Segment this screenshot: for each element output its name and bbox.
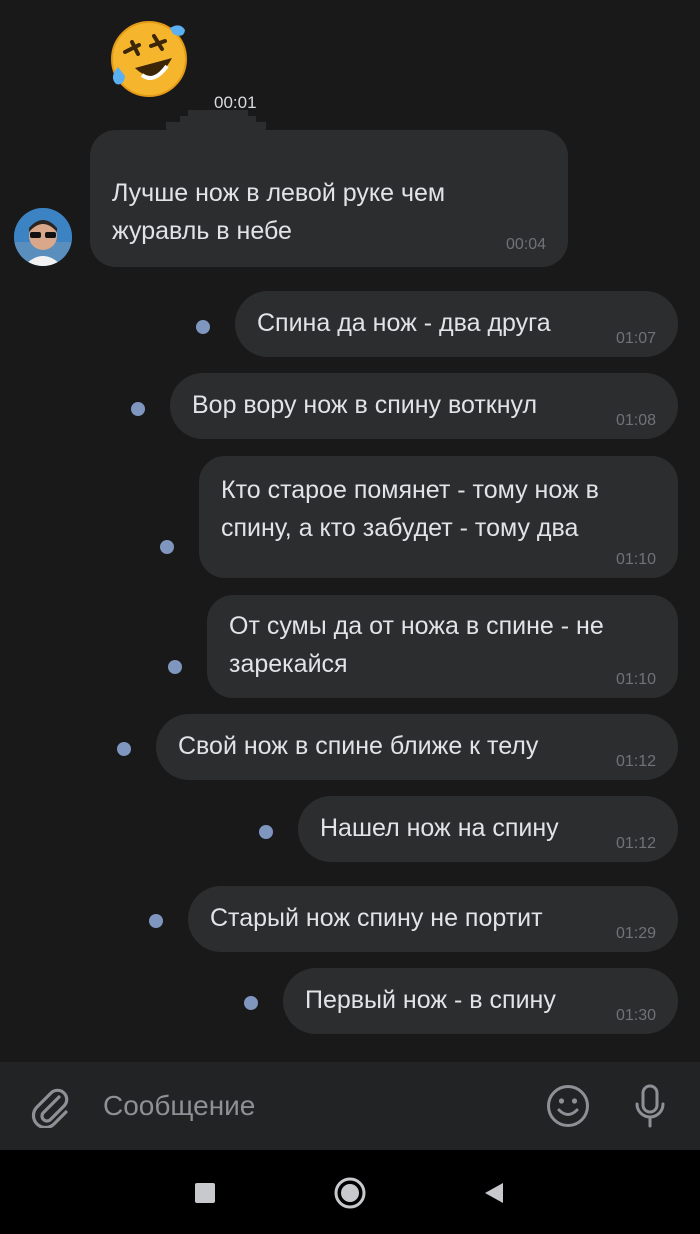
smile-icon[interactable] [545, 1083, 591, 1129]
paperclip-icon[interactable] [28, 1084, 72, 1128]
unread-dot [168, 660, 182, 674]
message-time: 01:07 [615, 330, 656, 347]
message-text: Кто старое помянет - тому нож в спину, а… [221, 476, 599, 542]
triangle-back-icon[interactable] [483, 1181, 505, 1205]
message-bubble-outgoing[interactable]: Кто старое помянет - тому нож в спину, а… [199, 456, 678, 578]
message-bubble-outgoing[interactable]: Старый нож спину не портит 01:29 [188, 886, 678, 952]
unread-dot [244, 996, 258, 1010]
message-composer: Сообщение [0, 1062, 700, 1150]
unread-dot [149, 914, 163, 928]
unread-dot [131, 402, 145, 416]
message-time: 01:10 [615, 551, 656, 568]
message-bubble-outgoing[interactable]: От сумы да от ножа в спине - не зарекайс… [207, 595, 678, 698]
message-time: 01:12 [615, 753, 656, 770]
message-time: 01:10 [615, 671, 656, 688]
message-input[interactable]: Сообщение [103, 1090, 255, 1122]
rolling-laughing-emoji-icon[interactable] [108, 18, 190, 100]
system-navigation-bar [0, 1150, 700, 1234]
message-time: 01:08 [615, 412, 656, 429]
message-text: Свой нож в спине ближе к телу [178, 732, 539, 760]
message-bubble-outgoing[interactable]: Спина да нож - два друга 01:07 [235, 291, 678, 357]
unread-dot [259, 825, 273, 839]
unread-dot [196, 320, 210, 334]
microphone-icon[interactable] [628, 1082, 672, 1130]
message-bubble-outgoing[interactable]: Свой нож в спине ближе к телу 01:12 [156, 714, 678, 780]
message-bubble-incoming[interactable]: Лучше нож в левой руке чем журавль в неб… [90, 130, 568, 267]
message-time: 01:30 [615, 1007, 656, 1024]
message-text: Старый нож спину не портит [210, 904, 543, 932]
message-time: 00:04 [505, 236, 546, 253]
unread-dot [117, 742, 131, 756]
message-bubble-outgoing[interactable]: Первый нож - в спину 01:30 [283, 968, 678, 1034]
circle-home-icon[interactable] [333, 1176, 367, 1210]
unread-dot [160, 540, 174, 554]
message-bubble-outgoing[interactable]: Вор вору нож в спину воткнул 01:08 [170, 373, 678, 439]
message-text: Лучше нож в левой руке чем журавль в неб… [112, 179, 446, 245]
message-text: Спина да нож - два друга [257, 309, 551, 337]
message-time: 01:12 [615, 835, 656, 852]
message-text: От сумы да от ножа в спине - не зарекайс… [229, 612, 604, 678]
message-time: 01:29 [615, 925, 656, 942]
message-bubble-outgoing[interactable]: Нашел нож на спину 01:12 [298, 796, 678, 862]
chat-history[interactable]: 00:01 Лучше нож в левой руке чем журавль… [0, 0, 700, 1062]
avatar[interactable] [14, 208, 72, 266]
message-text: Вор вору нож в спину воткнул [192, 391, 538, 419]
square-nav-icon[interactable] [194, 1182, 216, 1204]
